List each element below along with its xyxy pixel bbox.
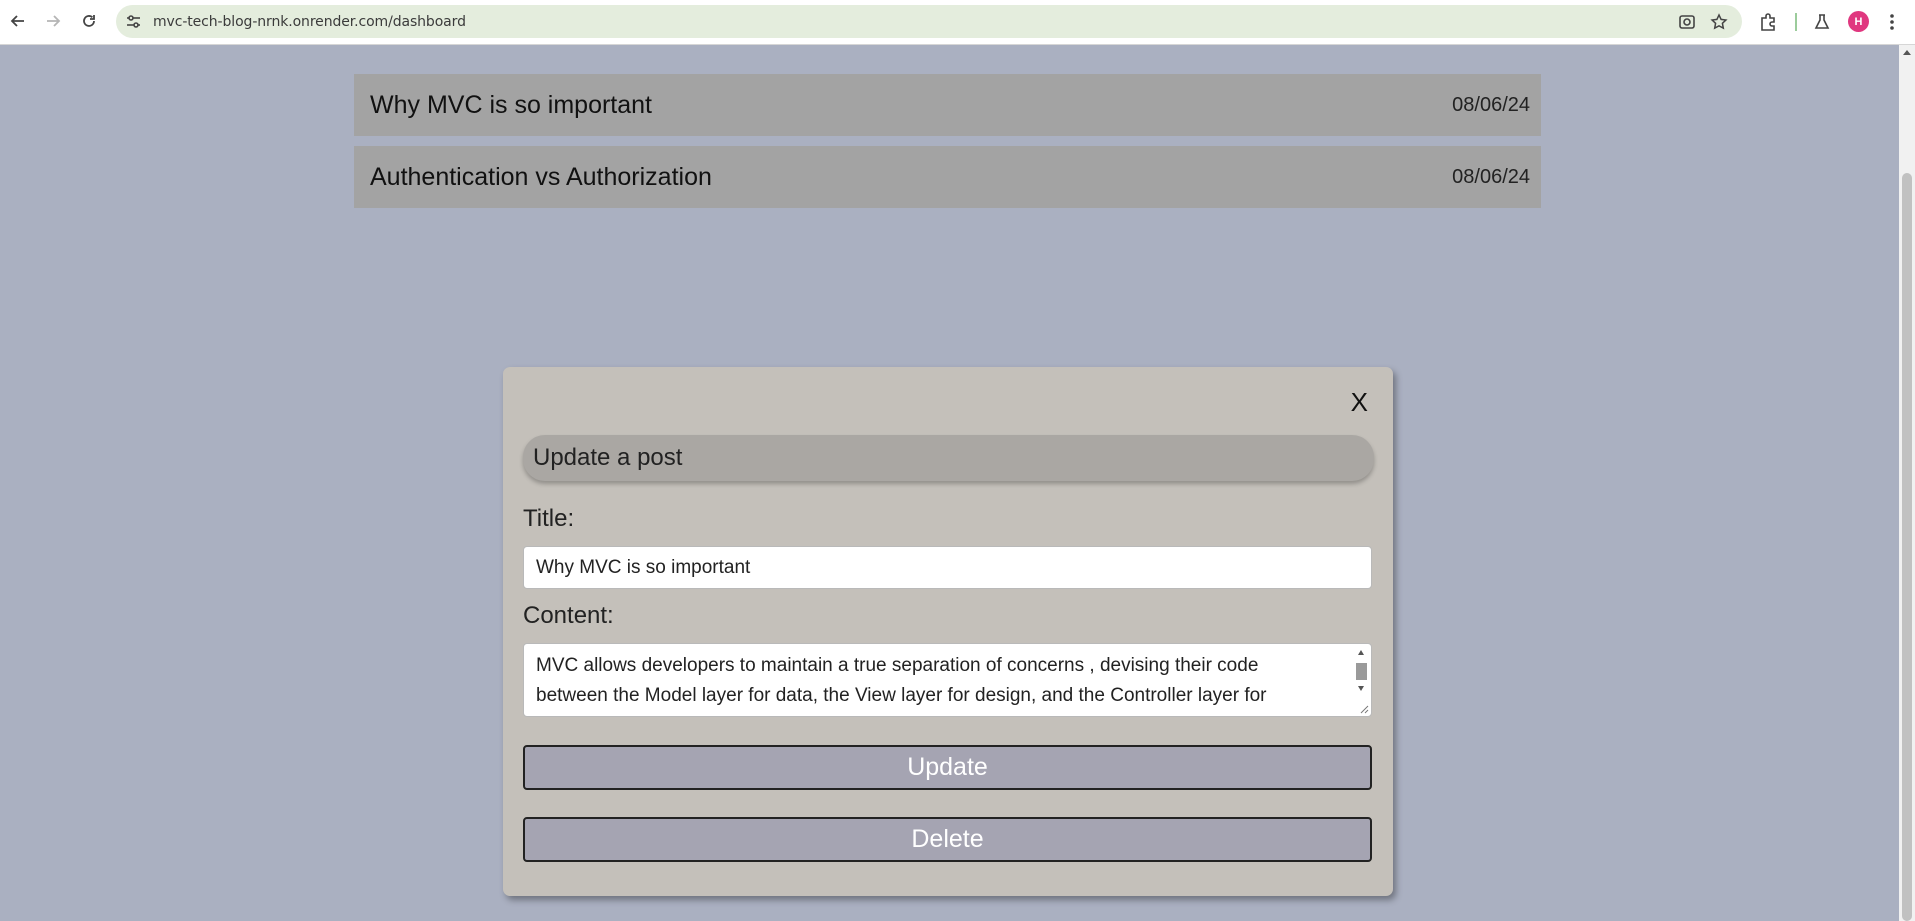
back-arrow-icon[interactable] [7,10,29,32]
delete-button[interactable]: Delete [523,817,1372,862]
scroll-down-arrow-icon[interactable] [1358,686,1364,691]
content-label: Content: [523,602,614,629]
post-list-item[interactable]: Why MVC is so important 08/06/24 [354,74,1541,136]
browser-toolbar: mvc-tech-blog-nrnk.onrender.com/dashboar… [0,0,1915,45]
resize-grip-icon[interactable] [1359,704,1369,714]
close-button[interactable]: X [1351,389,1368,415]
url-text[interactable]: mvc-tech-blog-nrnk.onrender.com/dashboar… [153,14,466,30]
modal-title: Update a post [523,435,1374,481]
post-list-item[interactable]: Authentication vs Authorization 08/06/24 [354,146,1541,208]
title-label: Title: [523,505,575,532]
address-bar[interactable]: mvc-tech-blog-nrnk.onrender.com/dashboar… [116,5,1742,38]
update-post-modal: X Update a post Title: Content: MVC allo… [503,367,1393,896]
toolbar-divider [1795,13,1797,31]
update-button[interactable]: Update [523,745,1372,790]
scroll-up-arrow-icon[interactable] [1358,650,1364,655]
more-menu-icon[interactable] [1886,10,1898,34]
post-title[interactable]: Authentication vs Authorization [370,163,712,192]
forward-arrow-icon[interactable] [42,10,64,32]
reload-icon[interactable] [78,10,100,32]
bookmark-star-icon[interactable] [1710,13,1728,31]
avatar[interactable]: H [1848,11,1869,32]
post-date: 08/06/24 [1452,93,1530,116]
extensions-puzzle-icon[interactable] [1758,12,1778,32]
scroll-up-arrow-icon[interactable] [1903,50,1911,55]
post-date: 08/06/24 [1452,165,1530,188]
scrollbar-thumb[interactable] [1902,173,1912,921]
screenshot-lens-icon[interactable] [1678,13,1696,31]
post-title[interactable]: Why MVC is so important [370,91,652,120]
content-textarea[interactable]: MVC allows developers to maintain a true… [523,643,1372,717]
scrollbar-thumb[interactable] [1356,663,1367,680]
content-text[interactable]: MVC allows developers to maintain a true… [536,655,1267,706]
page-scrollbar[interactable] [1899,45,1915,921]
title-input[interactable] [523,546,1372,589]
labs-flask-icon[interactable] [1812,12,1832,32]
site-info-icon[interactable] [125,13,142,30]
